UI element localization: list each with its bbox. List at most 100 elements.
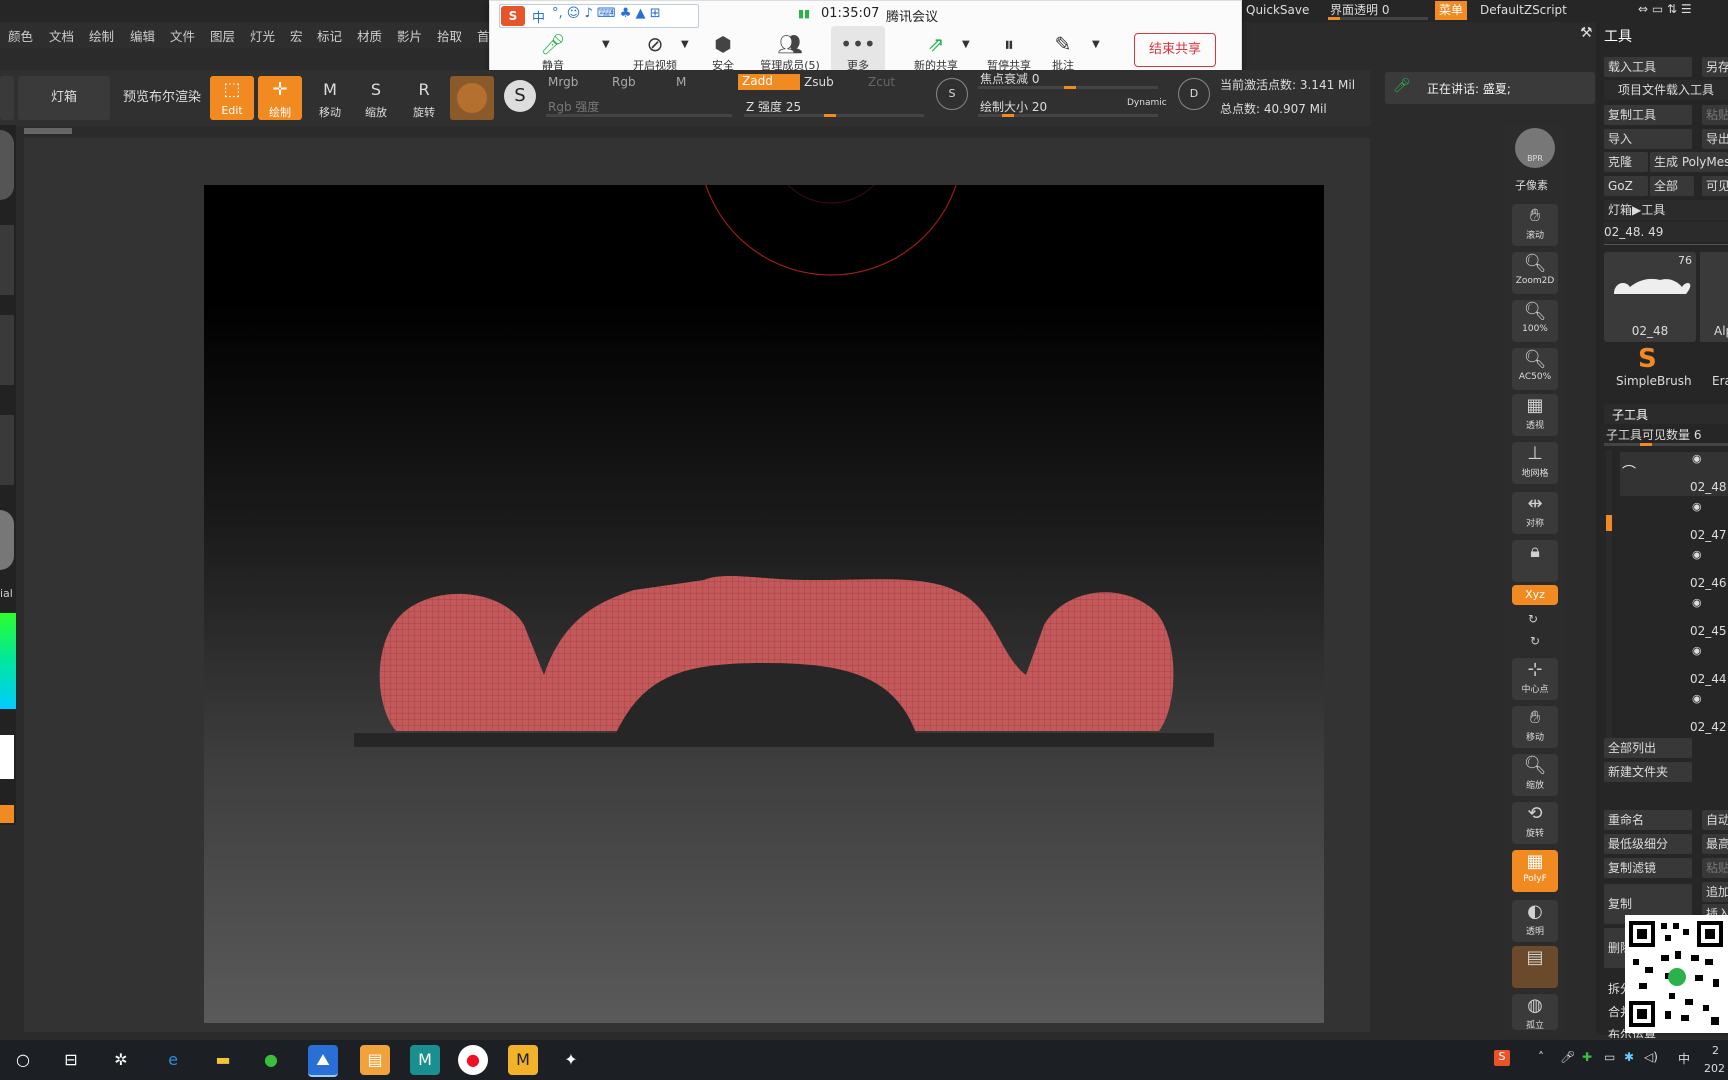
ac50-button[interactable]: 🔍︎ AC50% <box>1512 348 1558 390</box>
mute-dropdown-icon[interactable]: ▼ <box>602 39 610 50</box>
menu-picker[interactable]: 拾取 <box>437 26 462 45</box>
left-edge-button[interactable] <box>0 76 14 120</box>
preview-boolean-button[interactable]: 预览布尔渲染 <box>114 76 210 120</box>
make-polymesh-button[interactable]: 生成 PolyMesh <box>1650 152 1728 172</box>
tray-ime[interactable]: 中 <box>1678 1050 1690 1067</box>
subtool-visibility-icon[interactable]: ◉ <box>1692 644 1702 657</box>
subtool-item[interactable]: ◉ 02_47 <box>1620 500 1728 544</box>
tray-volume-icon[interactable]: ◁) <box>1644 1050 1658 1064</box>
import-button[interactable]: 导入 <box>1604 129 1692 149</box>
clock-hour[interactable]: 2 <box>1712 1044 1719 1057</box>
menu-light[interactable]: 灯光 <box>250 26 275 45</box>
texture-thumb[interactable] <box>0 415 14 485</box>
subtool-visible-count[interactable]: 子工具可见数量 6 <box>1606 426 1701 443</box>
security-button[interactable]: ⬢ 安全 <box>700 31 746 73</box>
draw-size-slider[interactable]: 绘制大小 20 <box>980 98 1047 115</box>
subtool-header[interactable]: 子工具 <box>1604 404 1728 424</box>
rotate-y-icon[interactable]: ↻ <box>1528 612 1538 626</box>
main-color-swatch[interactable] <box>0 735 14 779</box>
transparent-button[interactable]: ◐ 透明 <box>1512 900 1558 942</box>
tray-mic-icon[interactable]: 🎤︎ <box>1560 1050 1575 1064</box>
manage-members-button[interactable]: 👥︎ 管理成员(5) <box>756 31 824 73</box>
copy-filter-button[interactable]: 复制滤镜 <box>1604 858 1692 878</box>
subtool-scrollbar[interactable] <box>1606 450 1612 740</box>
stroke-thumb[interactable] <box>0 225 14 295</box>
subtool-item[interactable]: ◉ 02_42 <box>1620 692 1728 736</box>
subtool-visibility-icon[interactable]: ◉ <box>1692 596 1702 609</box>
highest-subdiv-button[interactable]: 最高 <box>1702 834 1728 854</box>
symmetry-button[interactable]: ⇹ 对称 <box>1512 492 1558 534</box>
pause-share-button[interactable]: ⏸︎ 暂停共享 <box>980 31 1038 73</box>
ime-tools-icon[interactable]: °, ☺ ♪ ⌨ ♣ ▲ ⊞ <box>552 6 661 21</box>
xyz-button[interactable]: Xyz <box>1512 585 1558 605</box>
perspective-button[interactable]: ▦ 透视 <box>1512 394 1558 436</box>
lightbox-button[interactable]: 灯箱 <box>18 76 110 120</box>
tray-network-icon[interactable]: ▭ <box>1604 1050 1615 1064</box>
edit-button[interactable]: ⬚ Edit <box>210 76 254 120</box>
paste-filter-button[interactable]: 粘贴 <box>1702 858 1728 878</box>
tray-app-icon[interactable]: ✚ <box>1582 1050 1592 1064</box>
move-button[interactable]: M 移动 <box>308 76 352 120</box>
load-tool-button[interactable]: 载入工具 <box>1604 57 1692 77</box>
maya-app-icon[interactable]: M <box>410 1045 440 1075</box>
copy-tool-button[interactable]: 复制工具 <box>1604 105 1692 125</box>
window-controls-icon[interactable]: ⇔ ▭ ⇅ ☰ <box>1638 2 1692 16</box>
record-icon[interactable]: ● <box>458 1045 488 1075</box>
subtool-item[interactable]: ◉ 02_45 <box>1620 596 1728 640</box>
m-app-icon[interactable]: M <box>508 1045 538 1075</box>
load-project-tool-button[interactable]: 项目文件载入工具 <box>1604 80 1728 100</box>
lowest-subdiv-button[interactable]: 最低级细分 <box>1604 834 1692 854</box>
quicksave-button[interactable]: QuickSave <box>1246 3 1309 17</box>
zoom2d-button[interactable]: 🔍︎ Zoom2D <box>1512 252 1558 294</box>
ui-transparency-slider[interactable]: 界面透明 0 <box>1330 1 1389 18</box>
task-view-icon[interactable]: ⊟ <box>56 1045 86 1075</box>
goz-button[interactable]: GoZ <box>1604 176 1648 196</box>
menu-document[interactable]: 文档 <box>49 26 74 45</box>
bpr-button[interactable]: BPR <box>1515 128 1555 168</box>
clock-date[interactable]: 202 <box>1704 1062 1725 1075</box>
annotate-button[interactable]: ✎ 批注 <box>1040 31 1086 73</box>
current-tool-slider[interactable]: 02_48. 49 <box>1604 222 1728 242</box>
menu-toggle-button[interactable]: 菜单 <box>1435 1 1467 20</box>
draw-button[interactable]: ✛ 绘制 <box>258 76 302 120</box>
eraser-label[interactable]: Era <box>1712 374 1728 388</box>
search-icon[interactable]: ○ <box>8 1045 38 1075</box>
subpixel-label[interactable]: 子像素 <box>1515 177 1548 193</box>
subtool-item[interactable]: ◉ 02_46 <box>1620 548 1728 592</box>
lock-button[interactable]: 🔒︎ <box>1512 540 1558 582</box>
rotate-button[interactable]: R 旋转 <box>402 76 446 120</box>
zcut-button[interactable]: Zcut <box>868 75 895 89</box>
subtool-visibility-icon[interactable]: ◉ <box>1692 548 1702 561</box>
alpha-thumbnail[interactable]: Alp <box>1700 252 1728 342</box>
subtool-visibility-icon[interactable]: ◉ <box>1692 500 1702 513</box>
material-swatch[interactable] <box>450 76 494 120</box>
auto-reorder-button[interactable]: 自动 <box>1702 810 1728 830</box>
focal-s-icon[interactable]: S <box>936 78 968 110</box>
lightbox-tool-button[interactable]: 灯箱▶工具 <box>1604 200 1728 220</box>
tencent-meeting-icon[interactable]: ⛰ <box>308 1045 338 1077</box>
rgb-button[interactable]: Rgb <box>612 75 636 89</box>
alpha-thumb[interactable] <box>0 315 14 385</box>
app-pinwheel-icon[interactable]: ✲ <box>106 1045 136 1075</box>
mrgb-button[interactable]: Mrgb <box>548 75 578 89</box>
subtool-visibility-icon[interactable]: ◉ <box>1692 452 1702 465</box>
rename-button[interactable]: 重命名 <box>1604 810 1692 830</box>
menu-layer[interactable]: 图层 <box>210 26 235 45</box>
video-dropdown-icon[interactable]: ▼ <box>681 39 689 50</box>
export-button[interactable]: 导出 <box>1702 129 1728 149</box>
dynamic-toggle[interactable]: Dynamic <box>1127 98 1167 108</box>
append-button[interactable]: 追加 <box>1702 882 1728 902</box>
file-explorer-icon[interactable]: ▬ <box>208 1045 238 1075</box>
rgb-intensity-track[interactable] <box>546 114 732 117</box>
zadd-button[interactable]: Zadd <box>738 74 800 90</box>
menu-file[interactable]: 文件 <box>170 26 195 45</box>
scale-button[interactable]: S 缩放 <box>354 76 398 120</box>
scroll-button[interactable]: ✋︎ 滚动 <box>1512 204 1558 246</box>
ime-mode[interactable]: 中 <box>532 7 545 26</box>
center-button[interactable]: ⊹ 中心点 <box>1512 658 1558 700</box>
end-share-button[interactable]: 结束共享 <box>1134 33 1216 67</box>
stroke-icon[interactable]: S <box>504 80 536 112</box>
move-view-button[interactable]: ✋︎ 移动 <box>1512 706 1558 748</box>
tray-chevron-icon[interactable]: ˄ <box>1538 1050 1544 1064</box>
floor-grid-button[interactable]: ⊥ 地网格 <box>1512 442 1558 484</box>
